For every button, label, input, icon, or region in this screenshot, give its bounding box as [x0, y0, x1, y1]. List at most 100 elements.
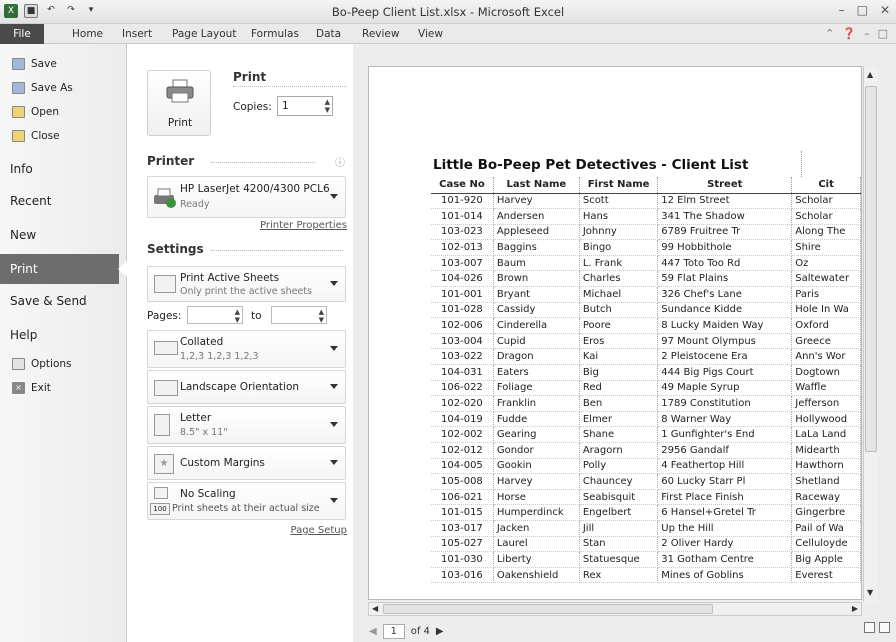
tab-file[interactable]: File [0, 24, 44, 44]
table-row: 106-022 Foliage Red 49 Maple Syrup Waffle [431, 380, 861, 397]
nav-exit[interactable]: × Exit [12, 382, 51, 394]
table-cell: Foliage [493, 380, 580, 397]
collation-main: Collated [180, 336, 224, 348]
scroll-right-icon[interactable]: ▶ [852, 604, 858, 613]
scroll-up-icon[interactable]: ▲ [867, 70, 873, 79]
tab-formulas[interactable]: Formulas [251, 28, 299, 40]
table-row: 102-020 Franklin Ben 1789 Constitution Jeffe… [431, 395, 861, 412]
tab-page-layout[interactable]: Page Layout [172, 28, 236, 40]
table-cell: Michael [579, 286, 659, 303]
table-cell: Gingerbre [791, 504, 861, 521]
print-button[interactable]: Print [147, 70, 211, 136]
scaling-100-badge: 100 [150, 503, 170, 515]
column-header: Last Name [493, 177, 580, 194]
table-cell: Scott [579, 193, 659, 210]
table-cell: 103-007 [431, 255, 494, 272]
close-button[interactable]: ✕ [880, 3, 890, 17]
printer-icon [166, 79, 194, 103]
chevron-down-icon [330, 422, 338, 427]
previous-page-icon[interactable]: ◀ [369, 626, 377, 637]
table-cell: Poore [579, 317, 659, 334]
minimize-button[interactable]: – [839, 3, 845, 17]
print-heading: Print [233, 70, 267, 84]
zoom-to-page-icon[interactable] [879, 622, 890, 633]
tab-data[interactable]: Data [316, 28, 341, 40]
client-list-table: Case No Last Name First Name Street Cit 101-… [431, 177, 861, 584]
zoom-controls [864, 622, 890, 633]
nav-recent[interactable]: Recent [10, 194, 51, 208]
pages-label: Pages: [147, 310, 182, 322]
copies-value: 1 [282, 100, 289, 112]
printer-dropdown[interactable]: HP LaserJet 4200/4300 PCL6 Ready [147, 176, 346, 218]
nav-open[interactable]: Open [12, 106, 59, 118]
tab-home[interactable]: Home [72, 28, 103, 40]
table-row: 104-019 Fudde Elmer 8 Warner Way Hollywood [431, 411, 861, 428]
nav-close[interactable]: Close [12, 130, 60, 142]
scaling-dropdown[interactable]: 100 No Scaling Print sheets at their act… [147, 482, 346, 520]
tab-view[interactable]: View [418, 28, 443, 40]
copies-spin-arrows-icon[interactable]: ▲ ▼ [325, 98, 330, 114]
vertical-scrollbar[interactable]: ▲ ▼ [863, 66, 878, 602]
pages-from-spin-icon[interactable]: ▲ ▼ [235, 308, 240, 324]
nav-info[interactable]: Info [10, 162, 33, 176]
copies-stepper[interactable]: 1 ▲ ▼ [277, 96, 333, 116]
workbook-minimize-icon[interactable]: – [864, 27, 870, 40]
orientation-dropdown[interactable]: Landscape Orientation [147, 370, 346, 404]
margins-dropdown[interactable]: ★ Custom Margins [147, 446, 346, 480]
tab-review[interactable]: Review [362, 28, 399, 40]
nav-save-as[interactable]: Save As [12, 82, 73, 94]
horizontal-scrollbar[interactable]: ◀ ▶ [368, 602, 862, 616]
nav-exit-label: Exit [31, 382, 51, 394]
printer-info-icon[interactable]: ⓘ [335, 154, 345, 169]
table-cell: 104-005 [431, 458, 494, 475]
chevron-down-icon [330, 194, 338, 199]
workbook-restore-icon[interactable]: □ [878, 27, 888, 40]
horizontal-scroll-thumb[interactable] [383, 604, 713, 614]
nav-options[interactable]: Options [12, 358, 72, 370]
table-cell: 4 Feathertop Hill [657, 458, 793, 475]
minimize-ribbon-icon[interactable]: ⌃ [825, 27, 834, 40]
table-row: 101-015 Humperdinck Engelbert 6 Hansel+Gret… [431, 504, 861, 521]
table-cell: Ben [579, 395, 659, 412]
table-cell: 101-920 [431, 193, 494, 210]
paper-size-dropdown[interactable]: Letter 8.5" x 11" [147, 406, 346, 444]
table-cell: Baum [493, 255, 580, 272]
table-cell: Cassidy [493, 302, 580, 319]
print-what-dropdown[interactable]: Print Active Sheets Only print the activ… [147, 266, 346, 302]
table-cell: 102-012 [431, 442, 494, 459]
folder-close-icon [12, 130, 25, 142]
table-cell: LaLa Land [791, 426, 861, 443]
nav-save[interactable]: Save [12, 58, 57, 70]
printer-properties-link[interactable]: Printer Properties [260, 220, 347, 231]
table-cell: Gearing [493, 426, 580, 443]
vertical-scroll-thumb[interactable] [865, 86, 877, 452]
table-cell: 105-008 [431, 473, 494, 490]
table-cell: 97 Mount Olympus [657, 333, 793, 350]
nav-save-and-send[interactable]: Save & Send [10, 294, 87, 308]
settings-heading: Settings [147, 242, 204, 256]
table-cell: 8 Warner Way [657, 411, 793, 428]
nav-help[interactable]: Help [10, 328, 37, 342]
pages-to-stepper[interactable]: ▲ ▼ [271, 306, 327, 324]
page-setup-link[interactable]: Page Setup [291, 525, 348, 536]
table-cell: Up the Hill [657, 520, 793, 537]
nav-close-label: Close [31, 130, 60, 142]
nav-options-label: Options [31, 358, 72, 370]
next-page-icon[interactable]: ▶ [436, 626, 444, 637]
table-cell: Shire [791, 239, 861, 256]
table-cell: 8 Lucky Maiden Way [657, 317, 793, 334]
help-icon[interactable]: ❓ [842, 27, 856, 40]
table-cell: Humperdinck [493, 504, 580, 521]
nav-new[interactable]: New [10, 228, 36, 242]
collation-dropdown[interactable]: Collated 1,2,3 1,2,3 1,2,3 [147, 330, 346, 368]
pages-to-spin-icon[interactable]: ▲ ▼ [319, 308, 324, 324]
scroll-left-icon[interactable]: ◀ [372, 604, 378, 613]
table-row: 104-031 Eaters Big 444 Big Pigs Court Dogtow… [431, 364, 861, 381]
show-margins-icon[interactable] [864, 622, 875, 633]
maximize-button[interactable]: □ [857, 3, 868, 17]
current-page-input[interactable]: 1 [382, 624, 405, 639]
pages-from-stepper[interactable]: ▲ ▼ [187, 306, 243, 324]
scroll-down-icon[interactable]: ▼ [867, 588, 873, 597]
nav-print[interactable]: Print [0, 254, 127, 284]
tab-insert[interactable]: Insert [122, 28, 152, 40]
